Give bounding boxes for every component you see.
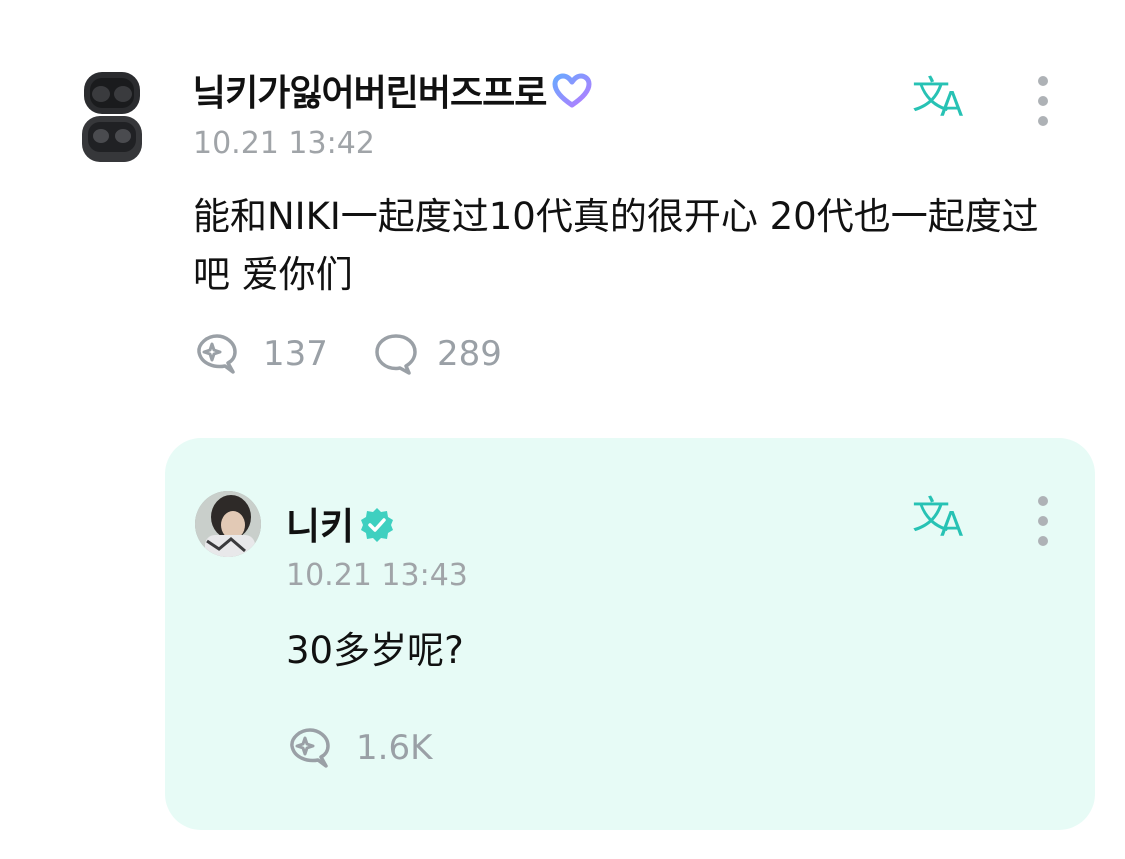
sparkle-like-icon [197,334,237,374]
heart-badge-icon [552,73,592,118]
earbuds-case-icon [82,72,142,162]
reply-avatar[interactable] [195,491,261,557]
reply-text: 30多岁呢? [286,629,464,672]
svg-text:A: A [940,85,963,120]
post-text: 能和NIKI一起度过10代真的很开心 20代也一起度过吧 爱你们 [193,195,1039,296]
more-vertical-icon [1038,496,1048,506]
post: 닠키가잃어버린버즈프로 10.21 13:42 能和NIKI一起度过10代真的很… [0,0,1125,420]
reply-translate-button[interactable]: 文 A [912,490,972,545]
reply-username[interactable]: 니키 [286,496,396,553]
post-comment-count: 289 [437,334,502,374]
reply-time: 10.21 13:43 [286,558,468,593]
verified-badge-icon [358,506,396,553]
reply-more-button[interactable] [1033,496,1053,546]
svg-text:A: A [940,505,963,540]
post-like-count: 137 [263,334,328,374]
reply-like-count: 1.6K [356,728,433,768]
avatar[interactable] [82,70,142,164]
more-button[interactable] [1033,76,1053,126]
reply-like-button[interactable]: 1.6K [288,726,432,770]
profile-photo [195,491,261,557]
sparkle-like-icon [290,728,330,768]
post-time: 10.21 13:42 [193,126,375,161]
translate-button[interactable]: 文 A [912,70,972,125]
post-comment-button[interactable]: 289 [373,332,502,376]
post-username[interactable]: 닠키가잃어버린버즈프로 [193,64,592,118]
post-like-button[interactable]: 137 [195,332,328,376]
more-vertical-icon [1038,76,1048,86]
comment-bubble-icon [375,334,417,375]
translate-icon: 文 A [912,493,963,545]
translate-icon: 文 A [912,73,963,125]
